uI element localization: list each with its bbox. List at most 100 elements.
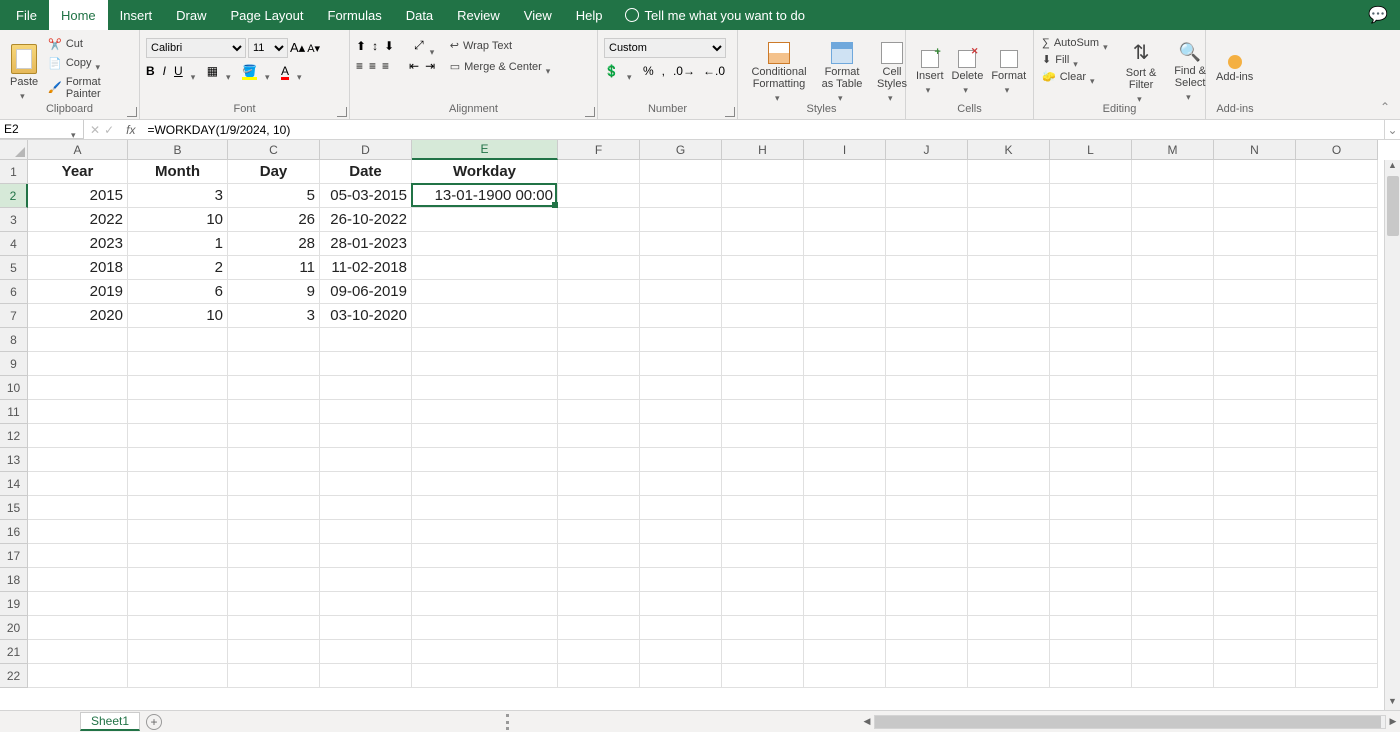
cell-A11[interactable]: [28, 400, 128, 424]
cell-H21[interactable]: [722, 640, 804, 664]
cell-C8[interactable]: [228, 328, 320, 352]
column-header-N[interactable]: N: [1214, 140, 1296, 160]
cell-J17[interactable]: [886, 544, 968, 568]
cell-C20[interactable]: [228, 616, 320, 640]
cell-N19[interactable]: [1214, 592, 1296, 616]
row-header-21[interactable]: 21: [0, 640, 28, 664]
cell-M5[interactable]: [1132, 256, 1214, 280]
cell-A4[interactable]: 2023: [28, 232, 128, 256]
cell-E20[interactable]: [412, 616, 558, 640]
cell-I11[interactable]: [804, 400, 886, 424]
cell-O17[interactable]: [1296, 544, 1378, 568]
cell-C2[interactable]: 5: [228, 184, 320, 208]
decrease-decimal-icon[interactable]: ←.0: [703, 64, 725, 78]
row-header-11[interactable]: 11: [0, 400, 28, 424]
cell-J22[interactable]: [886, 664, 968, 688]
cell-H20[interactable]: [722, 616, 804, 640]
cell-E11[interactable]: [412, 400, 558, 424]
cell-H12[interactable]: [722, 424, 804, 448]
cell-E17[interactable]: [412, 544, 558, 568]
cell-I17[interactable]: [804, 544, 886, 568]
cell-K15[interactable]: [968, 496, 1050, 520]
cell-D14[interactable]: [320, 472, 412, 496]
percent-format-icon[interactable]: %: [643, 64, 654, 78]
row-header-3[interactable]: 3: [0, 208, 28, 232]
cell-H8[interactable]: [722, 328, 804, 352]
cell-D18[interactable]: [320, 568, 412, 592]
scroll-right-icon[interactable]: ▶: [1386, 716, 1400, 727]
column-header-C[interactable]: C: [228, 140, 320, 160]
cell-F5[interactable]: [558, 256, 640, 280]
column-header-D[interactable]: D: [320, 140, 412, 160]
cell-K12[interactable]: [968, 424, 1050, 448]
column-header-O[interactable]: O: [1296, 140, 1378, 160]
cell-L22[interactable]: [1050, 664, 1132, 688]
cell-G18[interactable]: [640, 568, 722, 592]
cell-K22[interactable]: [968, 664, 1050, 688]
cell-N7[interactable]: [1214, 304, 1296, 328]
cell-D8[interactable]: [320, 328, 412, 352]
cell-N11[interactable]: [1214, 400, 1296, 424]
row-header-4[interactable]: 4: [0, 232, 28, 256]
alignment-dialog-launcher[interactable]: [585, 107, 595, 117]
cell-E10[interactable]: [412, 376, 558, 400]
cell-B20[interactable]: [128, 616, 228, 640]
cell-H22[interactable]: [722, 664, 804, 688]
cell-E16[interactable]: [412, 520, 558, 544]
cell-L21[interactable]: [1050, 640, 1132, 664]
cell-O16[interactable]: [1296, 520, 1378, 544]
cell-E14[interactable]: [412, 472, 558, 496]
decrease-font-icon[interactable]: A▾: [307, 42, 320, 55]
cell-E15[interactable]: [412, 496, 558, 520]
cell-C15[interactable]: [228, 496, 320, 520]
cell-E13[interactable]: [412, 448, 558, 472]
column-header-A[interactable]: A: [28, 140, 128, 160]
row-header-2[interactable]: 2: [0, 184, 28, 208]
paste-button[interactable]: Paste: [6, 34, 42, 103]
clear-button[interactable]: 🧽 Clear: [1040, 69, 1113, 84]
cell-I7[interactable]: [804, 304, 886, 328]
cell-K21[interactable]: [968, 640, 1050, 664]
cell-H13[interactable]: [722, 448, 804, 472]
insert-cells-button[interactable]: Insert: [912, 34, 948, 103]
cell-I10[interactable]: [804, 376, 886, 400]
align-middle-icon[interactable]: ↕: [372, 39, 378, 53]
cell-N21[interactable]: [1214, 640, 1296, 664]
align-top-icon[interactable]: ⬆: [356, 39, 366, 53]
cell-L17[interactable]: [1050, 544, 1132, 568]
cell-B6[interactable]: 6: [128, 280, 228, 304]
cell-A17[interactable]: [28, 544, 128, 568]
cell-O14[interactable]: [1296, 472, 1378, 496]
cell-D9[interactable]: [320, 352, 412, 376]
cell-L9[interactable]: [1050, 352, 1132, 376]
cell-G4[interactable]: [640, 232, 722, 256]
font-color-button[interactable]: A: [281, 64, 289, 78]
cell-D1[interactable]: Date: [320, 160, 412, 184]
cell-L2[interactable]: [1050, 184, 1132, 208]
cell-A18[interactable]: [28, 568, 128, 592]
cell-L10[interactable]: [1050, 376, 1132, 400]
cell-K11[interactable]: [968, 400, 1050, 424]
menu-tab-data[interactable]: Data: [394, 0, 445, 30]
cell-L16[interactable]: [1050, 520, 1132, 544]
cell-B21[interactable]: [128, 640, 228, 664]
cell-O9[interactable]: [1296, 352, 1378, 376]
cell-J4[interactable]: [886, 232, 968, 256]
cell-M20[interactable]: [1132, 616, 1214, 640]
cell-O7[interactable]: [1296, 304, 1378, 328]
cell-C14[interactable]: [228, 472, 320, 496]
cell-M19[interactable]: [1132, 592, 1214, 616]
cell-A20[interactable]: [28, 616, 128, 640]
tell-me[interactable]: Tell me what you want to do: [625, 8, 805, 23]
cell-F1[interactable]: [558, 160, 640, 184]
menu-tab-review[interactable]: Review: [445, 0, 512, 30]
cell-N17[interactable]: [1214, 544, 1296, 568]
align-center-icon[interactable]: ≡: [369, 59, 376, 73]
cell-K13[interactable]: [968, 448, 1050, 472]
cell-F22[interactable]: [558, 664, 640, 688]
font-name-select[interactable]: Calibri: [146, 38, 246, 58]
cell-H10[interactable]: [722, 376, 804, 400]
cell-L12[interactable]: [1050, 424, 1132, 448]
cell-C18[interactable]: [228, 568, 320, 592]
column-header-I[interactable]: I: [804, 140, 886, 160]
